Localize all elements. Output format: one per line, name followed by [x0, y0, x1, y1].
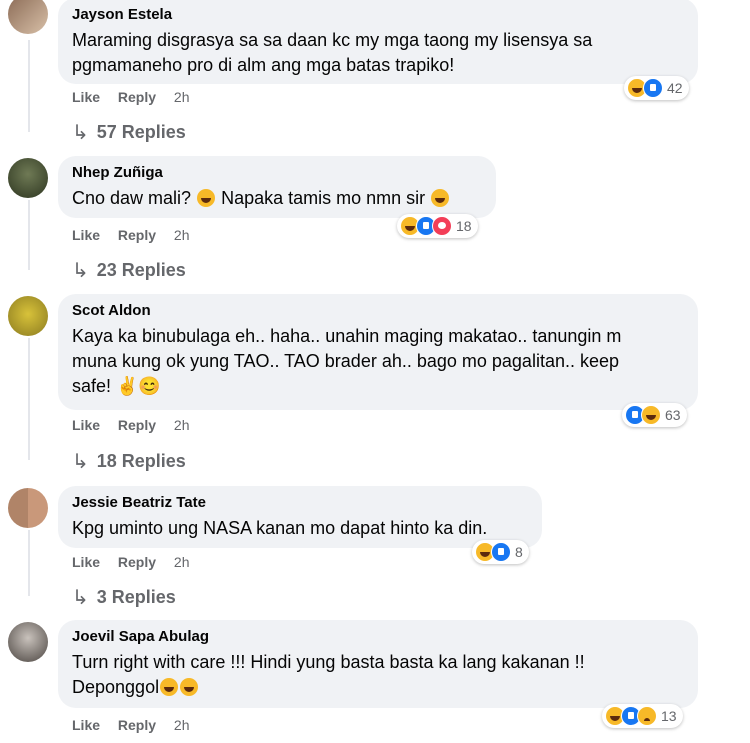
replies-count: 18 Replies	[96, 451, 186, 471]
reaction-count: 63	[665, 407, 681, 423]
reply-button[interactable]: Reply	[118, 554, 156, 570]
comment-text: Kaya ka binubulaga eh.. haha.. unahin ma…	[72, 326, 622, 396]
thread-line	[28, 200, 30, 270]
reply-arrow-icon: ↳	[72, 122, 89, 144]
reaction-count: 13	[661, 708, 677, 724]
comment-actions: Like Reply 2h	[72, 554, 204, 570]
reply-arrow-icon: ↳	[72, 260, 89, 282]
replies-count: 3 Replies	[96, 587, 176, 607]
like-button[interactable]: Like	[72, 554, 100, 570]
comment-author[interactable]: Nhep Zuñiga	[72, 164, 482, 182]
reply-button[interactable]: Reply	[118, 417, 156, 433]
thread-line	[28, 338, 30, 460]
reaction-count: 8	[515, 544, 523, 560]
reaction-count: 18	[456, 218, 472, 234]
comment-actions: Like Reply 2h	[72, 417, 204, 433]
reaction-count: 42	[667, 80, 683, 96]
reply-arrow-icon: ↳	[72, 587, 89, 609]
reply-button[interactable]: Reply	[118, 717, 156, 733]
comment-text: Maraming disgrasya sa sa daan kc my mga …	[72, 30, 593, 75]
view-replies-link[interactable]: ↳ 23 Replies	[72, 258, 186, 283]
reply-button[interactable]: Reply	[118, 89, 156, 105]
comment-bubble: Nhep Zuñiga Cno daw mali? Napaka tamis m…	[58, 156, 496, 218]
view-replies-link[interactable]: ↳ 18 Replies	[72, 449, 186, 474]
comment-bubble: Joevil Sapa Abulag Turn right with care …	[58, 620, 698, 708]
comment-actions: Like Reply 2h	[72, 89, 204, 105]
comment-author[interactable]: Joevil Sapa Abulag	[72, 628, 684, 646]
reaction-summary[interactable]: 18	[397, 214, 478, 238]
comment-text: Cno daw mali? Napaka tamis mo nmn sir	[72, 186, 482, 211]
comment-actions: Like Reply 2h	[72, 227, 204, 243]
like-reaction-icon	[491, 542, 511, 562]
like-button[interactable]: Like	[72, 717, 100, 733]
reaction-summary[interactable]: 42	[624, 76, 689, 100]
like-button[interactable]: Like	[72, 417, 100, 433]
comment-bubble: Jessie Beatriz Tate Kpg uminto ung NASA …	[58, 486, 542, 548]
comment-text: Kpg uminto ung NASA kanan mo dapat hinto…	[72, 518, 488, 538]
thread-line	[28, 40, 30, 132]
comment-text-part: Cno daw mali?	[72, 188, 192, 208]
comment-time[interactable]: 2h	[174, 417, 190, 433]
replies-count: 57 Replies	[96, 122, 186, 142]
comment-time[interactable]: 2h	[174, 554, 190, 570]
avatar[interactable]	[8, 622, 48, 662]
comment-text-part: Turn right with care !!! Hindi yung bast…	[72, 652, 585, 697]
thread-line	[28, 530, 30, 596]
comment-time[interactable]: 2h	[174, 717, 190, 733]
like-reaction-icon	[643, 78, 663, 98]
sad-reaction-icon	[637, 706, 657, 726]
view-replies-link[interactable]: ↳ 57 Replies	[72, 120, 186, 145]
comment-time[interactable]: 2h	[174, 89, 190, 105]
rofl-emoji-icon	[431, 189, 450, 207]
avatar[interactable]	[8, 488, 48, 528]
replies-count: 23 Replies	[96, 260, 186, 280]
reply-arrow-icon: ↳	[72, 451, 89, 473]
reaction-summary[interactable]: 13	[602, 704, 683, 728]
reaction-summary[interactable]: 63	[622, 403, 687, 427]
haha-reaction-icon	[641, 405, 661, 425]
comment-time[interactable]: 2h	[174, 227, 190, 243]
avatar[interactable]	[8, 296, 48, 336]
comment-author[interactable]: Jayson Estela	[72, 6, 684, 24]
rofl-emoji-icon	[197, 189, 216, 207]
reaction-summary[interactable]: 8	[472, 540, 529, 564]
like-button[interactable]: Like	[72, 89, 100, 105]
comment-bubble: Scot Aldon Kaya ka binubulaga eh.. haha.…	[58, 294, 698, 410]
comment-actions: Like Reply 2h	[72, 717, 204, 733]
comment-bubble: Jayson Estela Maraming disgrasya sa sa d…	[58, 0, 698, 84]
avatar[interactable]	[8, 158, 48, 198]
view-replies-link[interactable]: ↳ 3 Replies	[72, 585, 176, 610]
comment-text: Turn right with care !!! Hindi yung bast…	[72, 650, 684, 700]
comment-author[interactable]: Jessie Beatriz Tate	[72, 494, 528, 512]
avatar[interactable]	[8, 0, 48, 34]
tears-of-joy-emoji-icon	[160, 678, 179, 696]
love-reaction-icon	[432, 216, 452, 236]
tears-of-joy-emoji-icon	[180, 678, 199, 696]
like-button[interactable]: Like	[72, 227, 100, 243]
comment-author[interactable]: Scot Aldon	[72, 302, 684, 320]
reply-button[interactable]: Reply	[118, 227, 156, 243]
comment-text-part: Napaka tamis mo nmn sir	[221, 188, 426, 208]
